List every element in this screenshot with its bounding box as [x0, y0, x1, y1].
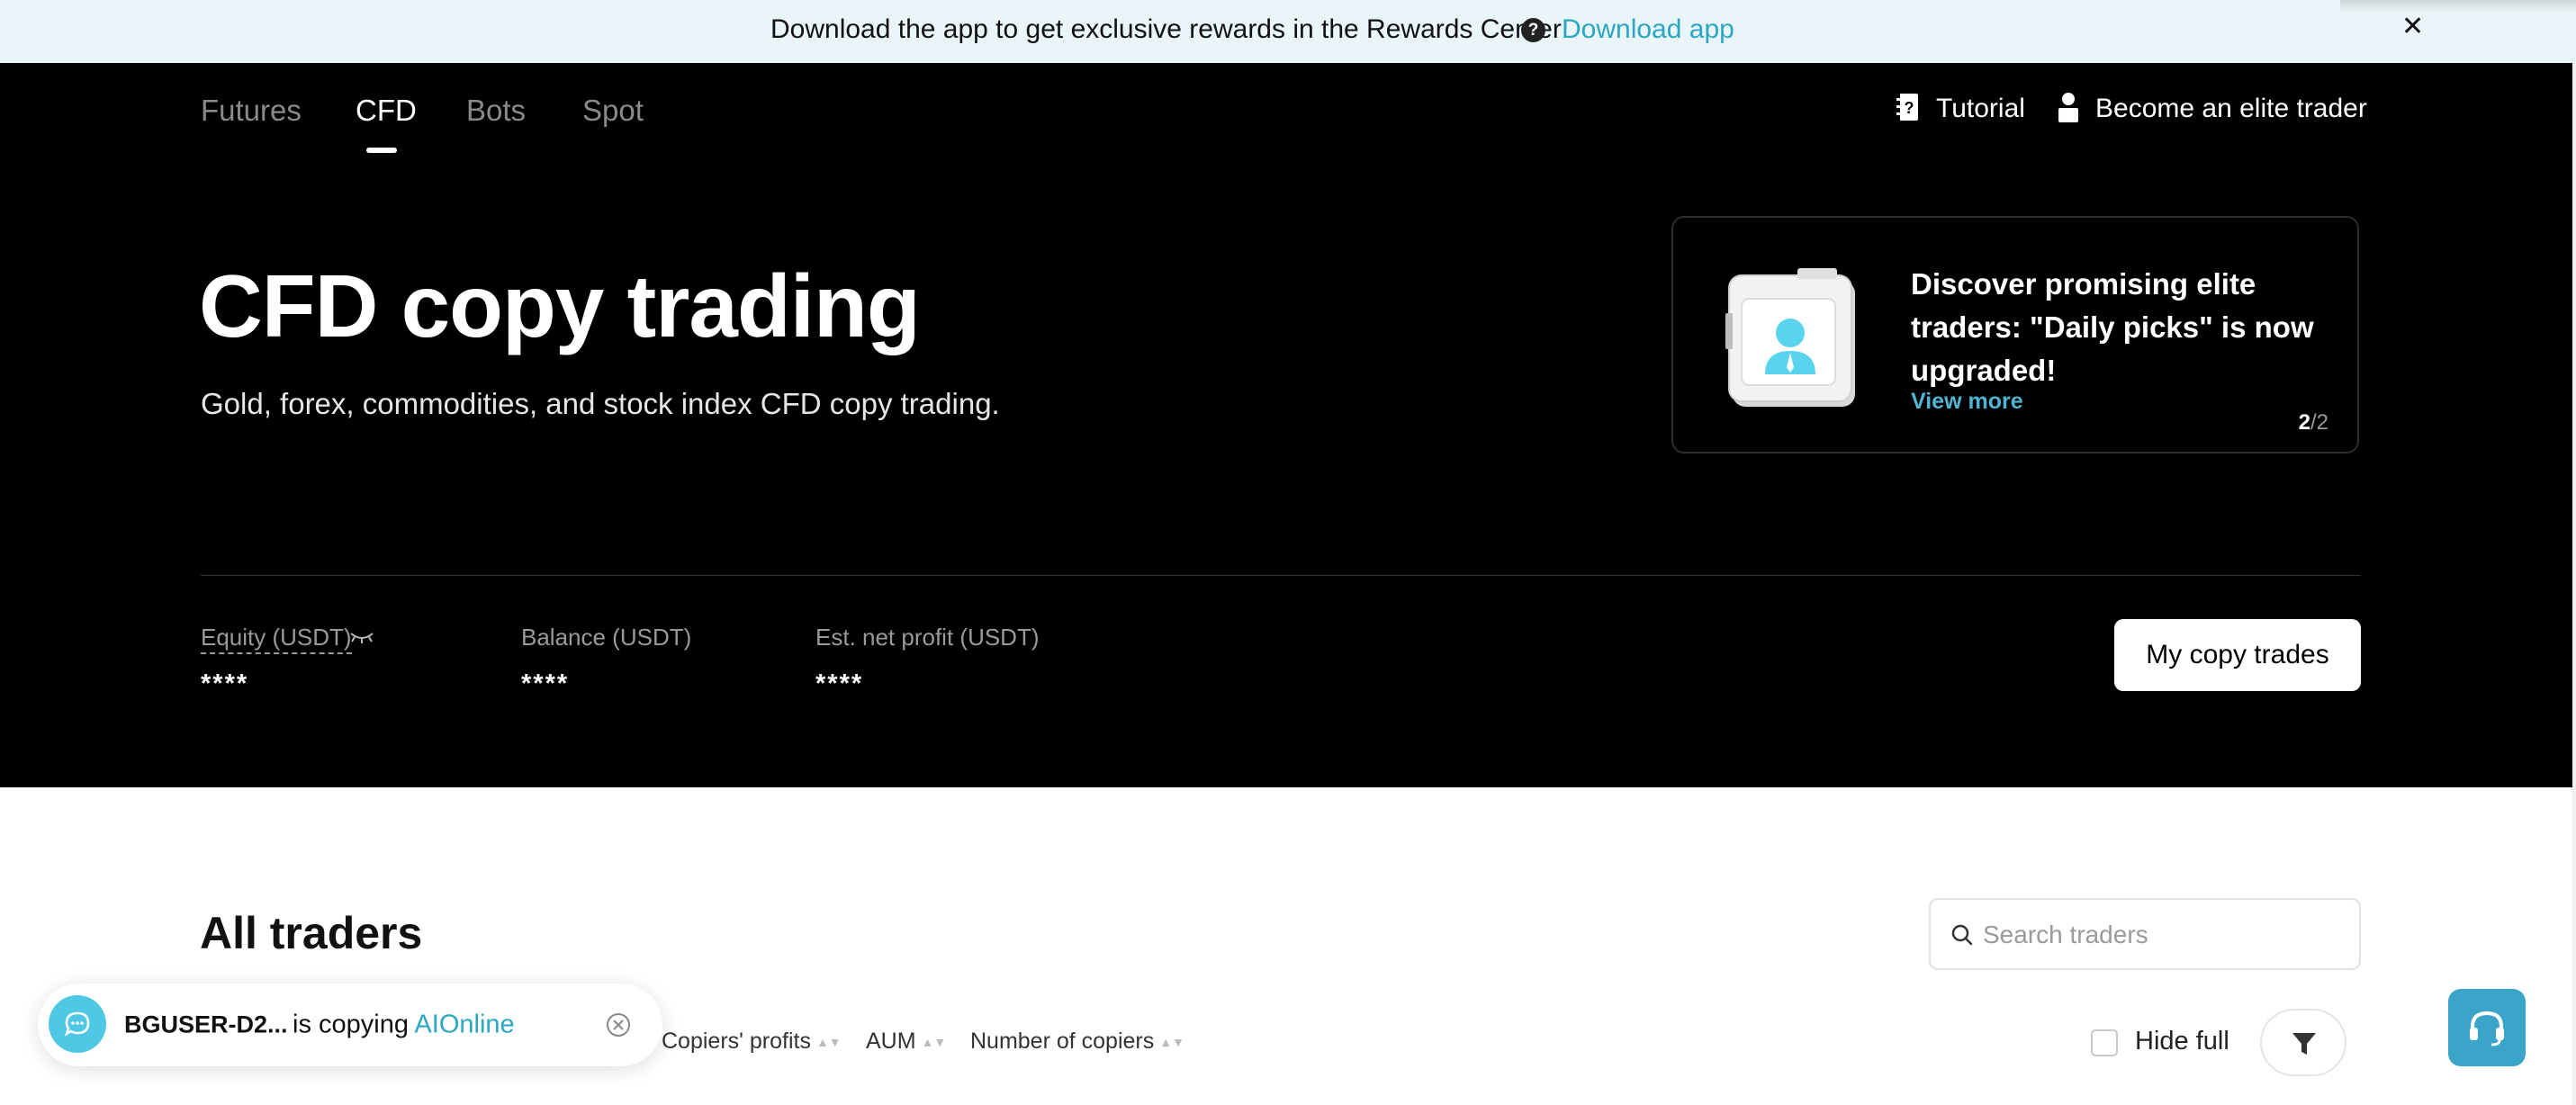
sort-arrows-icon: ▲▼: [1159, 1035, 1184, 1050]
promo-title: Discover promising elite traders: "Daily…: [1911, 267, 2314, 387]
hide-full-label[interactable]: Hide full: [2135, 1027, 2229, 1056]
toast-action: is copying: [293, 1010, 415, 1039]
equity-value: ****: [201, 669, 249, 698]
become-elite-trader-link[interactable]: Become an elite trader: [2095, 94, 2367, 124]
balance-stat: Balance (USDT) ****: [521, 624, 691, 699]
scrollbar[interactable]: [2572, 63, 2576, 1105]
filter-button[interactable]: [2260, 1009, 2346, 1076]
active-tab-indicator: [366, 148, 397, 153]
help-icon[interactable]: ?: [1521, 18, 1545, 42]
search-input[interactable]: [1981, 914, 2345, 956]
sort-number-of-copiers[interactable]: Number of copiers ▲▼: [970, 1029, 1184, 1055]
toast-message: is copying AIOnline: [293, 1011, 515, 1040]
chat-icon: [64, 1011, 90, 1037]
download-banner: Download the app to get exclusive reward…: [0, 0, 2576, 63]
close-icon[interactable]: ✕: [2401, 11, 2424, 42]
equity-label[interactable]: Equity (USDT): [201, 624, 352, 654]
page-subtitle: Gold, forex, commodities, and stock inde…: [201, 387, 1000, 420]
customer-support-button[interactable]: [2448, 989, 2526, 1066]
carousel-total-pages: /2: [2310, 410, 2328, 435]
tutorial-icon: ?: [1896, 94, 1918, 121]
hero-section: Futures CFD Bots Spot ? Tutorial Become …: [0, 63, 2572, 787]
tab-futures[interactable]: Futures: [201, 94, 302, 128]
sort-label: Number of copiers: [970, 1029, 1155, 1054]
toast-trader-link[interactable]: AIOnline: [414, 1011, 514, 1039]
net-profit-stat: Est. net profit (USDT) ****: [815, 624, 1040, 699]
toast-username: BGUSER-D2...: [124, 1011, 288, 1038]
trader-card-illustration: [1725, 268, 1855, 407]
carousel-pagination: 2/2: [2299, 410, 2328, 436]
tab-bots[interactable]: Bots: [466, 94, 526, 128]
tab-spot[interactable]: Spot: [582, 94, 644, 128]
balance-value: ****: [521, 669, 570, 698]
banner-shadow: [2340, 0, 2576, 13]
view-more-link[interactable]: View more: [1911, 389, 2023, 415]
search-box[interactable]: [1929, 898, 2361, 970]
filter-icon: [2292, 1033, 2316, 1055]
download-app-link[interactable]: Download app: [1562, 14, 1734, 45]
toast-avatar: [49, 995, 106, 1053]
sort-arrows-icon: ▲▼: [815, 1035, 842, 1050]
net-profit-value: ****: [815, 669, 864, 698]
svg-text:?: ?: [1905, 99, 1914, 117]
page-title: CFD copy trading: [199, 256, 921, 355]
sort-copiers-profits[interactable]: Copiers' profits ▲▼: [662, 1029, 842, 1055]
tab-cfd[interactable]: CFD: [356, 94, 417, 128]
my-copy-trades-button[interactable]: My copy trades: [2114, 619, 2361, 691]
tutorial-link[interactable]: Tutorial: [1936, 94, 2025, 124]
hide-full-checkbox[interactable]: [2091, 1029, 2118, 1056]
headset-icon: [2470, 1011, 2504, 1047]
copy-notification-toast: BGUSER-D2... is copying AIOnline: [38, 984, 662, 1066]
net-profit-label: Est. net profit (USDT): [815, 624, 1040, 651]
close-circle-icon[interactable]: [605, 1011, 632, 1038]
carousel-current-page: 2: [2298, 410, 2310, 435]
balance-label: Balance (USDT): [521, 624, 692, 651]
equity-stat: Equity (USDT) ****: [201, 624, 352, 699]
banner-message: Download the app to get exclusive reward…: [770, 14, 1570, 44]
sort-aum[interactable]: AUM ▲▼: [866, 1029, 946, 1055]
all-traders-heading: All traders: [200, 908, 423, 958]
sort-label: AUM: [866, 1029, 916, 1054]
search-icon: [1951, 924, 1973, 946]
eye-closed-icon[interactable]: [349, 630, 374, 644]
promo-card[interactable]: Discover promising elite traders: "Daily…: [1671, 216, 2359, 454]
user-icon: [2058, 93, 2078, 122]
sort-arrows-icon: ▲▼: [921, 1035, 947, 1050]
sort-label: Copiers' profits: [662, 1029, 811, 1054]
hero-divider: [201, 575, 2361, 576]
